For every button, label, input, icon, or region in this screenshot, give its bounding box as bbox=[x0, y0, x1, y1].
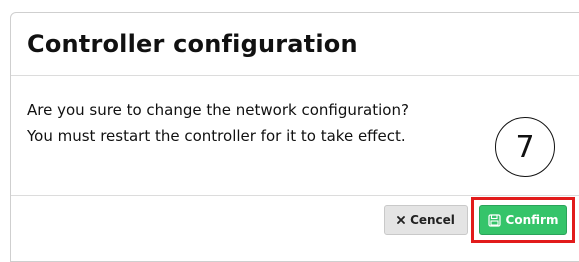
dialog-message-line-2: You must restart the controller for it t… bbox=[27, 127, 406, 145]
dialog-message-line-1: Are you sure to change the network confi… bbox=[27, 101, 409, 119]
cancel-button[interactable]: Cencel bbox=[384, 205, 468, 235]
dialog-header: Controller configuration bbox=[11, 13, 579, 76]
dialog-message: Are you sure to change the network confi… bbox=[27, 97, 409, 149]
dialog-title: Controller configuration bbox=[27, 30, 358, 58]
close-icon bbox=[397, 216, 405, 224]
confirm-button-highlight bbox=[471, 197, 575, 243]
cancel-button-label: Cencel bbox=[410, 213, 455, 227]
step-number-marker: 7 bbox=[495, 117, 555, 177]
